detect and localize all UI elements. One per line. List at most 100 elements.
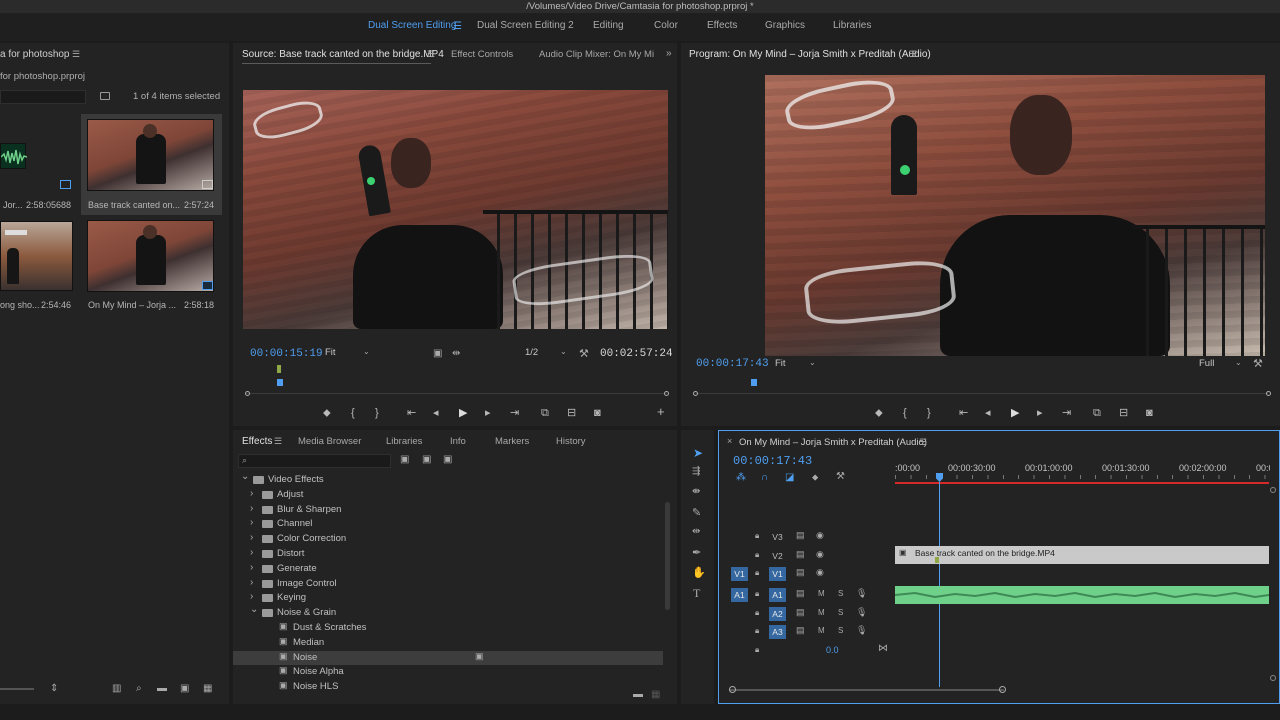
program-playhead[interactable] [751,379,757,386]
program-scrub-bar[interactable] [695,393,1268,394]
effects-tree-item[interactable]: ⌄ Noise & Grain [233,604,663,620]
new-item-icon[interactable]: ▣ [180,683,189,694]
panel-menu-icon[interactable]: ☰ [909,49,917,60]
go-to-in-icon[interactable]: ⇤ [959,407,968,419]
time-ruler[interactable] [895,475,1269,479]
chevron-down-icon[interactable]: ⌄ [241,473,249,482]
workspace-editing[interactable]: Editing [593,20,624,31]
new-bin-icon[interactable] [100,92,110,100]
ripple-edit-tool-icon[interactable]: ⇼ [692,486,700,497]
sync-lock-icon[interactable]: ▤ [796,530,805,541]
chevron-right-icon[interactable]: › [250,562,253,573]
source-resolution-dropdown[interactable]: 1/2 ⌄ [525,347,569,361]
effects-tree-item[interactable]: › Adjust [233,488,663,502]
video-clip[interactable]: ▣ Base track canted on the bridge.MP4 [895,546,1269,564]
chevron-right-icon[interactable]: › [250,547,253,558]
program-playhead-timecode[interactable]: 00:00:17:43 [696,358,769,370]
lock-icon[interactable]: 🔒︎ [755,568,759,578]
wrench-icon[interactable]: ⚒ [1253,357,1263,370]
effects-tree-item[interactable]: ▣ Noise Alpha [233,665,663,679]
workspace-dual-screen-editing-2[interactable]: Dual Screen Editing 2 [477,20,574,31]
tab-effects[interactable]: Effects [242,436,272,447]
program-monitor-tab[interactable]: Program: On My Mind – Jorja Smith x Pred… [689,49,931,60]
chevron-right-icon[interactable]: › [250,503,253,514]
pen-tool-icon[interactable]: ✒ [692,546,701,559]
program-resolution-dropdown[interactable]: Full ⌄ [1199,358,1243,372]
scrollbar[interactable] [665,502,670,610]
microphone-icon[interactable]: 🎙︎ [856,625,867,636]
chevron-right-icon[interactable]: › [250,517,253,528]
chevron-right-icon[interactable]: › [250,532,253,543]
eye-icon[interactable]: ◉ [816,567,824,578]
workspace-color[interactable]: Color [654,20,678,31]
microphone-icon[interactable]: 🎙︎ [856,607,867,618]
mark-out-icon[interactable]: } [927,407,931,419]
snap-icon[interactable]: ∩ [761,472,768,483]
go-to-in-icon[interactable]: ⇤ [407,407,416,419]
sync-lock-icon[interactable]: ▤ [796,549,805,560]
sync-lock-icon[interactable]: ▤ [796,588,805,599]
solo-button[interactable]: S [838,626,843,635]
mark-in-icon[interactable]: { [351,407,355,419]
scroll-handle[interactable] [1270,487,1276,493]
tab-effect-controls[interactable]: Effect Controls [451,49,513,60]
program-video-frame[interactable] [765,75,1265,356]
workspace-effects[interactable]: Effects [707,20,737,31]
slip-tool-icon[interactable]: ⇹ [692,526,700,537]
new-bin-icon[interactable]: ▬ [633,689,643,700]
in-marker[interactable] [277,365,281,373]
lock-icon[interactable]: 🔒︎ [755,608,759,618]
mute-button[interactable]: M [818,626,825,635]
tab-audio-clip-mixer[interactable]: Audio Clip Mixer: On My Mi [539,49,654,60]
button-editor-icon[interactable]: + [657,405,665,418]
track-target-button[interactable]: V3 [769,530,786,544]
go-to-out-icon[interactable]: ⇥ [510,407,519,419]
eye-icon[interactable]: ◉ [816,549,824,560]
panel-menu-icon[interactable]: ☰ [427,49,435,60]
scroll-handle[interactable] [245,391,250,396]
sync-lock-icon[interactable]: ▤ [796,625,805,636]
drag-video-icon[interactable]: ⇹ [452,348,460,359]
mute-button[interactable]: M [818,589,825,598]
media-thumbnail-audio[interactable] [0,143,28,169]
effects-tree-item[interactable]: ⌄ Video Effects [233,473,663,487]
source-playhead[interactable] [277,379,283,386]
insert-icon[interactable]: ⧉ [541,407,549,419]
step-forward-icon[interactable]: ▸ [1037,407,1043,419]
sequence-thumbnail[interactable] [87,220,214,292]
find-icon[interactable]: ⌕ [136,683,142,694]
trash-icon[interactable]: ▦ [203,683,212,694]
effects-tree-item[interactable]: ▣ Median [233,636,663,650]
overwrite-icon[interactable]: ⊟ [567,407,576,419]
workspace-menu-icon[interactable]: ☰ [453,21,462,32]
tab-libraries[interactable]: Libraries [386,436,422,447]
add-marker-icon[interactable]: ⬥ [323,407,331,419]
audio-clip[interactable] [895,586,1269,604]
solo-button[interactable]: S [838,608,843,617]
effects-tree-item[interactable]: › Image Control [233,577,663,591]
hand-tool-icon[interactable]: ✋ [692,566,706,579]
step-forward-icon[interactable]: ▸ [485,407,491,419]
timeline-timecode[interactable]: 00:00:17:43 [733,454,812,468]
effects-tree-item[interactable]: › Channel [233,517,663,531]
source-playhead-timecode[interactable]: 00:00:15:19 [250,348,323,360]
mute-button[interactable]: M [818,608,825,617]
play-icon[interactable]: ▶ [459,407,467,419]
add-marker-icon[interactable]: ⬥ [812,472,818,483]
tab-history[interactable]: History [556,436,586,447]
lock-icon[interactable]: 🔒︎ [755,645,759,655]
step-back-icon[interactable]: ◂ [433,407,439,419]
effects-tree-item[interactable]: › Distort [233,547,663,561]
scroll-handle[interactable] [1270,675,1276,681]
track-target-button[interactable]: V2 [769,549,786,563]
zoom-slider[interactable] [0,688,34,690]
step-back-icon[interactable]: ◂ [985,407,991,419]
track-target-button[interactable]: A1 [769,588,786,602]
extract-icon[interactable]: ⊟ [1119,407,1128,419]
project-tab[interactable]: a for photoshop [0,49,70,60]
yuv-effects-icon[interactable]: ▣ [443,454,452,465]
wrench-icon[interactable]: ⚒ [836,471,845,482]
new-bin-icon[interactable]: ▬ [157,683,167,694]
tab-info[interactable]: Info [450,436,466,447]
project-search-input[interactable] [0,90,86,104]
